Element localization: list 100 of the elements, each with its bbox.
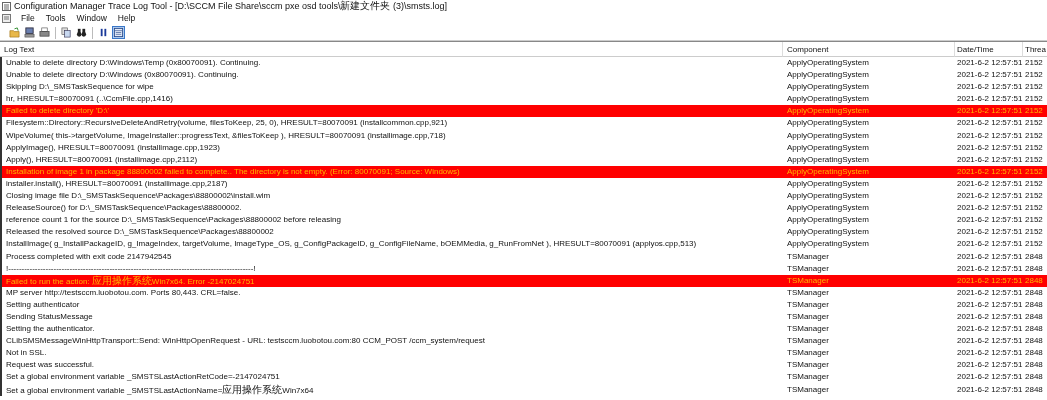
- table-cell-text: ApplyOperatingSystem: [786, 93, 870, 106]
- table-cell-text: 2021-6-2 12:57:51: [956, 262, 1023, 275]
- table-cell: ReleaseSource() for D:\_SMSTaskSequence\Packages\88800002.: [0, 202, 783, 215]
- table-cell: Set a global environment variable _SMSTSLastActionName=应用操作系统Win7x64: [0, 383, 783, 396]
- table-cell-text: 2152: [1024, 153, 1044, 166]
- table-cell-text: 2021-6-2 12:57:51: [956, 310, 1023, 323]
- toolbar-button[interactable]: [75, 26, 88, 39]
- table-cell-text: 2021-6-2 12:57:51: [956, 226, 1023, 239]
- table-cell: CLibSMSMessageWinHttpTransport::Send: WinHttpOpenRequest - URL: testsccm.luobotou.com:80 CCM_POST /ccm_system/request: [0, 335, 783, 348]
- toolbar-button[interactable]: [112, 26, 125, 39]
- table-cell-text: ApplyOperatingSystem: [786, 81, 870, 94]
- table-cell-text: ApplyOperatingSystem: [786, 177, 870, 190]
- table-cell: Set a global environment variable _SMSTSLastActionRetCode=-2147024751: [0, 371, 783, 384]
- table-cell: MP server http://testsccm.luobotou.com. Ports 80,443. CRL=false.: [0, 286, 783, 299]
- table-cell: Filesystem::Directory::RecursiveDeleteAndRetry(volume, filesToKeep, 25, 0), HRESULT=80070091 (installcommon.cpp,921): [0, 117, 783, 130]
- table-cell-text: 2021-6-2 12:57:51: [956, 323, 1023, 336]
- menu-item[interactable]: Help: [116, 12, 137, 25]
- table-cell-text: 2848: [1024, 310, 1044, 323]
- table-cell-text: 2848: [1024, 359, 1044, 372]
- table-cell-text: 2848: [1024, 250, 1044, 263]
- table-cell: Unable to delete directory D:\Windows (0x80070091). Continuing.: [0, 69, 783, 82]
- copy-icon: [61, 27, 72, 38]
- table-cell-text: 2152: [1024, 69, 1044, 82]
- menu-item[interactable]: Tools: [44, 12, 67, 25]
- table-cell-text: ApplyOperatingSystem: [786, 153, 870, 166]
- table-cell: 2848: [1023, 274, 1047, 287]
- table-cell-text: 2021-6-2 12:57:51: [956, 250, 1023, 263]
- table-cell-text: ApplyOperatingSystem: [786, 190, 870, 203]
- table-cell-text: 2021-6-2 12:57:51: [956, 93, 1023, 106]
- table-cell-text: TSManager: [786, 347, 830, 360]
- table-cell: Closing image file D:\_SMSTaskSequence\Packages\88800002\install.wim: [0, 190, 783, 203]
- table-cell: ApplyOperatingSystem: [783, 165, 955, 178]
- table-cell-text: 2021-6-2 12:57:51: [956, 202, 1023, 215]
- toolbar-button[interactable]: [23, 26, 36, 39]
- table-cell-text: 2021-6-2 12:57:51: [956, 141, 1023, 154]
- table-cell-text: 2152: [1024, 81, 1044, 94]
- table-cell-text: 2021-6-2 12:57:51: [956, 214, 1023, 227]
- table-cell-text: TSManager: [786, 383, 830, 396]
- table-cell-text: TSManager: [786, 359, 830, 372]
- table-cell-text: ApplyOperatingSystem: [786, 129, 870, 142]
- table-cell-text: 2021-6-2 12:57:51: [956, 153, 1023, 166]
- table-cell: installer.install(), HRESULT=80070091 (installimage.cpp,2187): [0, 177, 783, 191]
- table-cell-text: 2021-6-2 12:57:51: [956, 335, 1023, 348]
- table-cell: 2021-6-2 12:57:51: [955, 274, 1023, 287]
- table-cell-text: 2021-6-2 12:57:51: [956, 81, 1023, 94]
- menu-item[interactable]: File: [20, 12, 36, 25]
- table-cell-text: 2152: [1024, 117, 1044, 130]
- table-cell-text: TSManager: [786, 286, 830, 299]
- table-cell-text: ApplyOperatingSystem: [786, 238, 870, 251]
- table-cell: Sending StatusMessage: [0, 310, 783, 324]
- window-title: Configuration Manager Trace Log Tool - [D:\SCCM File Share\sccm pxe osd tools\新建文件夹 (3)\smsts.log]: [14, 0, 447, 12]
- column-header[interactable]: Log Text: [0, 42, 783, 57]
- table-cell-text: ApplyOperatingSystem: [786, 226, 870, 239]
- table-cell-text: 2021-6-2 12:57:51: [956, 69, 1023, 82]
- table-cell-text: 2152: [1024, 93, 1044, 106]
- table-cell: InstallImage( g_InstallPackageID, g_ImageIndex, targetVolume, ImageType_OS, g_ConfigPackageID, g_ConfigFileName, bOEMMedia, g_RunFromNet ), HRESULT=80070091 (applyos.cpp,513): [0, 238, 783, 251]
- table-cell-text: TSManager: [786, 323, 830, 336]
- table-cell-text: 2021-6-2 12:57:51: [956, 129, 1023, 142]
- table-cell-text: ApplyOperatingSystem: [786, 202, 870, 215]
- column-header[interactable]: Component: [783, 42, 955, 57]
- table-cell-text: ApplyOperatingSystem: [786, 141, 870, 154]
- table-cell: Not in SSL.: [0, 347, 783, 360]
- table-cell-text: TSManager: [786, 262, 830, 275]
- table-cell-text: 2021-6-2 12:57:51: [956, 371, 1023, 384]
- table-cell: Request was successful.: [0, 359, 783, 372]
- table-cell-text: 2021-6-2 12:57:51: [956, 383, 1023, 396]
- document-icon[interactable]: [2, 14, 11, 23]
- table-cell-text: 2848: [1024, 298, 1044, 311]
- column-header[interactable]: Date/Time: [955, 42, 1023, 57]
- table-cell-text: ApplyOperatingSystem: [786, 214, 870, 227]
- table-cell-text: 2021-6-2 12:57:51: [956, 177, 1023, 190]
- toolbar-button[interactable]: [38, 26, 51, 39]
- table-cell-text: 2152: [1024, 141, 1044, 154]
- table-cell-text: 2021-6-2 12:57:51: [956, 238, 1023, 251]
- table-cell: Setting the authenticator.: [0, 323, 783, 336]
- table-cell: 2021-6-2 12:57:51: [955, 165, 1023, 178]
- table-cell-text: 2152: [1024, 238, 1044, 251]
- table-cell: Failed to delete directory 'D:\': [0, 105, 783, 118]
- window-icon: [113, 27, 124, 38]
- table-cell: Skipping D:\_SMSTaskSequence for wipe: [0, 81, 783, 94]
- table-cell-text: 2848: [1024, 323, 1044, 336]
- column-header[interactable]: Threa: [1023, 42, 1047, 57]
- table-cell-text: 2848: [1024, 383, 1044, 396]
- table-cell-text: TSManager: [786, 250, 830, 263]
- computer-icon: [24, 27, 35, 38]
- table-cell-text: 2848: [1024, 335, 1044, 348]
- table-cell-text: TSManager: [786, 371, 830, 384]
- table-cell-text: 2152: [1024, 202, 1044, 215]
- table-cell: Failed to run the action: 应用操作系统Win7x64. Error -2147024751: [0, 274, 783, 287]
- table-cell-text: TSManager: [786, 335, 830, 348]
- menu-item[interactable]: Window: [75, 12, 108, 25]
- table-cell-text: 2848: [1024, 347, 1044, 360]
- table-cell-text: 2152: [1024, 57, 1044, 69]
- table-cell-text: TSManager: [786, 310, 830, 323]
- table-cell: 2152: [1023, 165, 1047, 178]
- table-cell: ApplyOperatingSystem: [783, 105, 955, 118]
- table-cell: 2152: [1023, 105, 1047, 118]
- table-cell-text: 2152: [1024, 214, 1044, 227]
- table-cell: Setting authenticator: [0, 298, 783, 311]
- table-cell: TSManager: [783, 274, 955, 287]
